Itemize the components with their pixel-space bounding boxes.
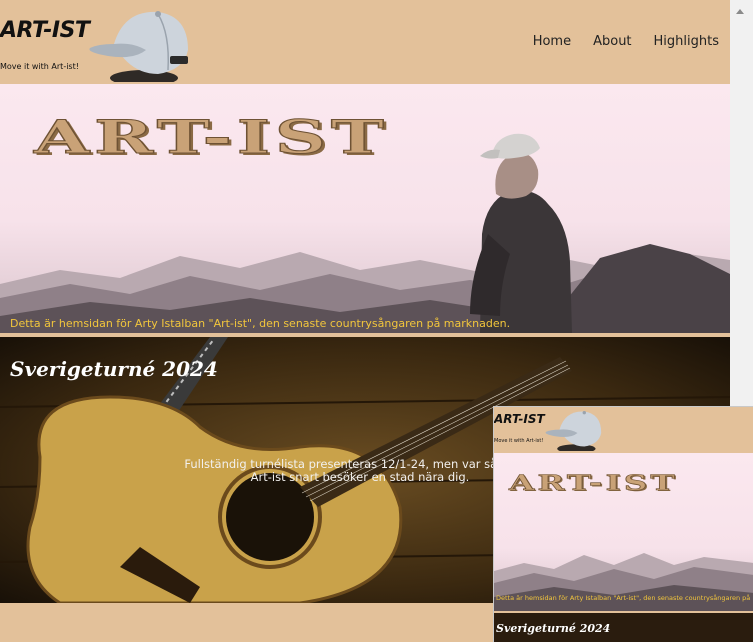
preview-header: ART-IST Move it with Art-ist!: [494, 407, 753, 453]
nav-about-link[interactable]: About: [593, 34, 631, 49]
preview-hero-caption: Detta är hemsidan för Arty Istalban "Art…: [496, 594, 751, 602]
site-header: ART-IST Move it with Art-ist! Home About…: [0, 0, 730, 84]
scroll-up-arrow-icon[interactable]: [736, 9, 744, 14]
hero-title: ART-IST: [33, 110, 389, 165]
logo-tagline: Move it with Art-ist!: [0, 62, 79, 71]
nav-home-link[interactable]: Home: [533, 34, 571, 49]
preview-logo-title: ART-IST: [494, 412, 545, 426]
tour-title: Sverigeturné 2024: [10, 357, 218, 381]
logo-title[interactable]: ART-IST: [0, 18, 90, 43]
responsive-preview-window: ART-IST Move it with Art-ist! ART-IST De…: [493, 406, 753, 642]
preview-hero-title: ART-IST: [509, 470, 678, 496]
hero-caption: Detta är hemsidan för Arty Istalban "Art…: [10, 317, 511, 330]
cap-logo-image: [89, 11, 188, 82]
preview-logo-tagline: Move it with Art-ist!: [494, 438, 544, 444]
preview-cap-logo-image: [545, 410, 602, 451]
preview-tour-title: Sverigeturné 2024: [496, 622, 611, 635]
preview-hero: ART-IST Detta är hemsidan för Arty Istal…: [494, 453, 753, 611]
nav-highlights-link[interactable]: Highlights: [654, 34, 719, 49]
hero-section: ART-IST Detta är hemsidan för Arty Istal…: [0, 84, 730, 333]
preview-tour-section: Sverigeturné 2024: [494, 613, 753, 642]
main-nav: Home About Highlights: [533, 34, 719, 49]
